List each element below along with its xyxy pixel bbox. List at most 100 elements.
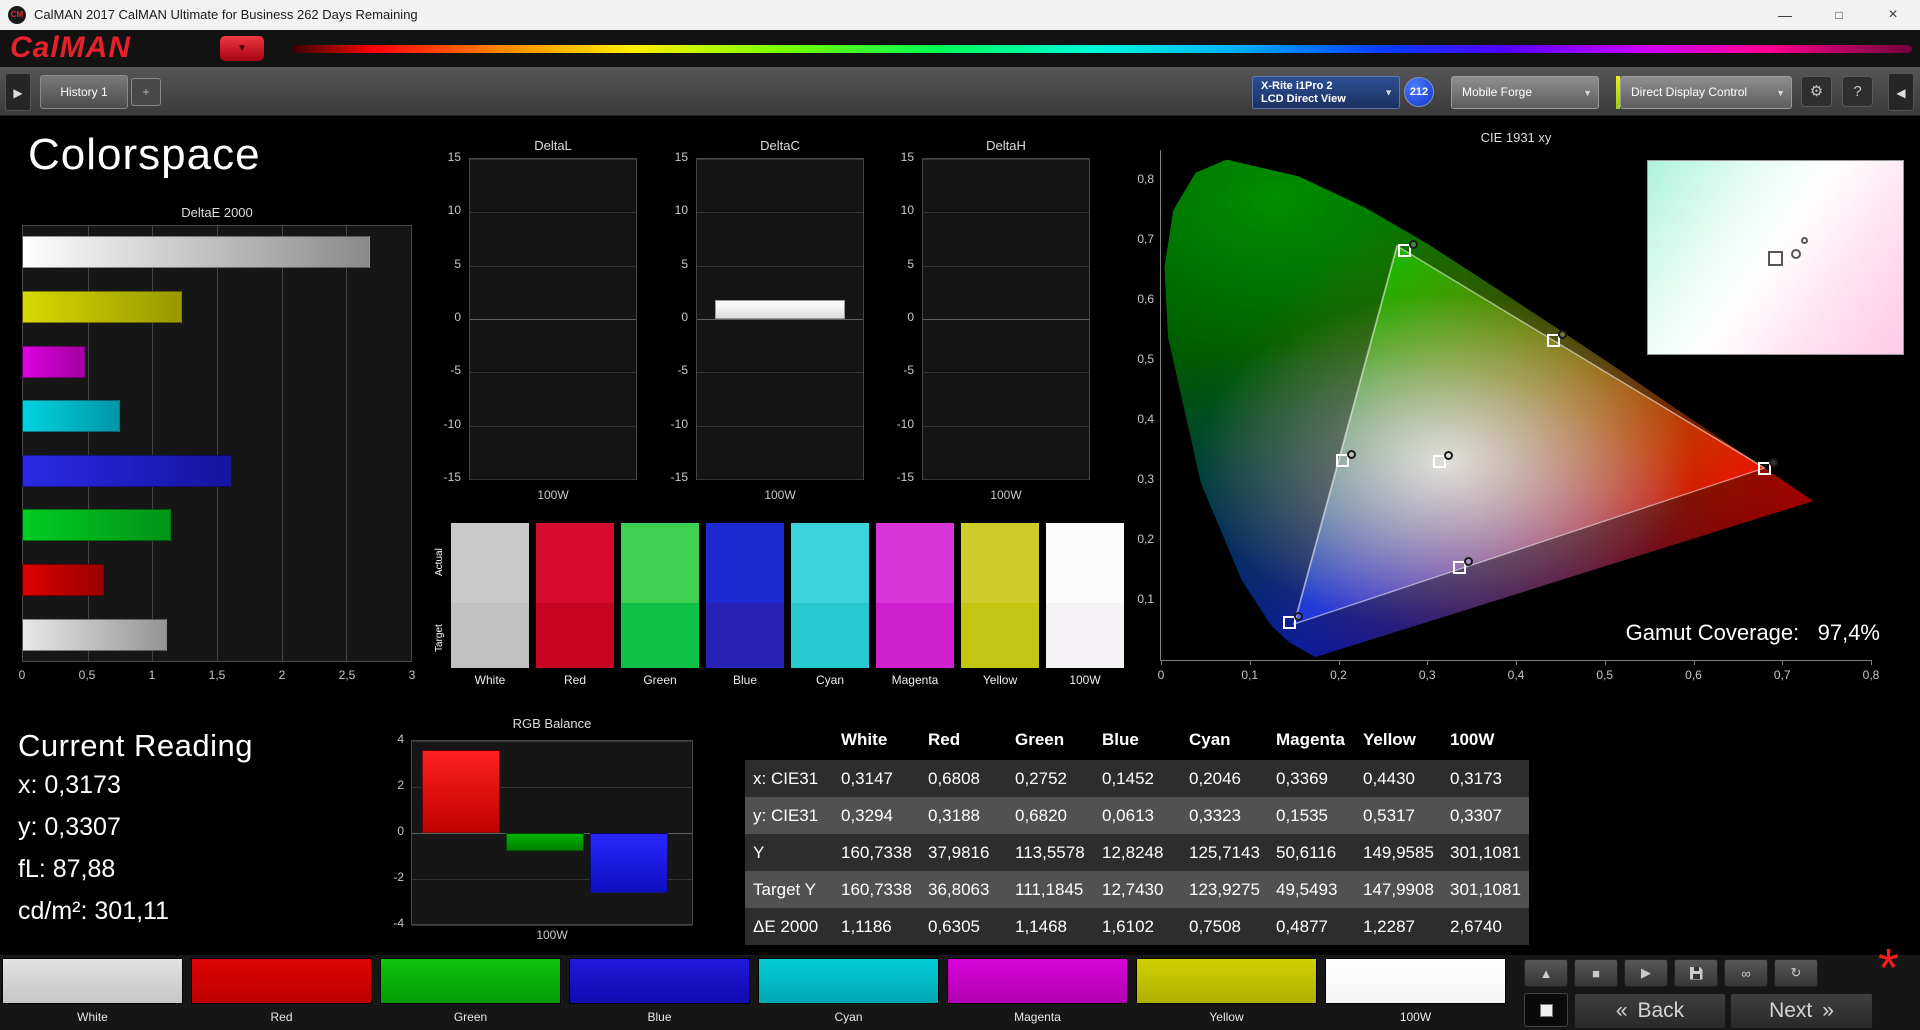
table-cell: 0,4430 xyxy=(1355,760,1442,797)
pattern-window-button[interactable] xyxy=(1524,993,1568,1027)
swatch-row-label-actual: Actual xyxy=(434,548,445,576)
next-button[interactable]: Next » xyxy=(1730,993,1873,1029)
table-row-label: Y xyxy=(745,834,833,871)
rgb-balance-chart: RGB Balance 100W 4 2 0 -2 -4 xyxy=(366,716,696,948)
table-cell: 0,2046 xyxy=(1181,760,1268,797)
pattern-patch-green[interactable]: Green xyxy=(380,958,561,1024)
delta-ytick-label: -5 xyxy=(903,363,914,377)
cie-xtick-label: 0 xyxy=(1157,668,1165,682)
deltae-bars xyxy=(22,225,412,662)
refresh-button[interactable]: ↻ xyxy=(1774,959,1818,987)
pattern-patch-yellow[interactable]: Yellow xyxy=(1136,958,1317,1024)
chevron-down-icon: ▼ xyxy=(1776,87,1785,98)
meter-select-dropdown[interactable]: X-Rite i1Pro 2 LCD Direct View ▼ xyxy=(1252,76,1400,109)
pattern-patch-blue[interactable]: Blue xyxy=(569,958,750,1024)
table-cell: 0,3147 xyxy=(833,760,920,797)
back-label: Back xyxy=(1637,999,1685,1022)
delta-ytick-label: 10 xyxy=(900,203,914,217)
add-tab-button[interactable]: + xyxy=(131,78,161,106)
pattern-patch-white[interactable]: White xyxy=(2,958,183,1024)
unsaved-changes-asterisk: * xyxy=(1878,938,1900,998)
reading-x: x: 0,3173 xyxy=(18,771,121,799)
collapse-right-panel-button[interactable]: ◀ xyxy=(1888,73,1914,111)
delta-chart-plot-deltac xyxy=(696,158,864,480)
help-button[interactable]: ? xyxy=(1842,76,1873,107)
swatch-target-green xyxy=(621,603,699,668)
display-control-dropdown[interactable]: Direct Display Control ▼ xyxy=(1616,76,1792,109)
transport-controls: ▲ ■ ▶ ∞ ↻ xyxy=(1524,959,1818,987)
table-cell: 0,3188 xyxy=(920,797,1007,834)
target-actual-swatch-strip: Actual Target White Red Green Blue Cyan Magen… xyxy=(432,514,1124,694)
logo-dropdown-button[interactable]: ▼ xyxy=(220,36,264,61)
patch-color xyxy=(380,958,561,1004)
table-header-cyan: Cyan xyxy=(1181,720,1268,760)
close-button[interactable]: × xyxy=(1866,0,1920,30)
back-button[interactable]: « Back xyxy=(1574,993,1726,1029)
swatch-row-label-target: Target xyxy=(434,624,445,652)
eject-button[interactable]: ▲ xyxy=(1524,959,1568,987)
play-button[interactable]: ▶ xyxy=(1624,959,1668,987)
cie-xtick xyxy=(1604,660,1606,665)
patch-color xyxy=(1136,958,1317,1004)
swatch-column-100w: 100W xyxy=(1046,523,1124,687)
deltae-xtick-label: 1,5 xyxy=(208,668,226,682)
table-cell: 50,6116 xyxy=(1268,834,1355,871)
cie-xtick-label: 0,4 xyxy=(1507,668,1525,682)
delta-gridline xyxy=(923,426,1089,427)
whitepoint-zoom-inset xyxy=(1647,160,1904,355)
swatch-actual-magenta xyxy=(876,523,954,603)
cie-xtick xyxy=(1249,660,1251,665)
expand-left-panel-button[interactable]: ▶ xyxy=(5,73,31,111)
table-cell: 12,7430 xyxy=(1094,871,1181,908)
delta-gridline xyxy=(470,372,636,373)
next-chevron-icon: » xyxy=(1822,999,1834,1022)
minimize-button[interactable]: — xyxy=(1758,0,1812,30)
deltae-bar-cyan xyxy=(22,400,120,433)
save-button[interactable] xyxy=(1674,959,1718,987)
stop-button[interactable]: ■ xyxy=(1574,959,1618,987)
rgb-bar-blue xyxy=(590,833,668,893)
delta-gridline xyxy=(470,266,636,267)
cie-xtick xyxy=(1427,660,1429,665)
pattern-source-dropdown[interactable]: Mobile Forge ▼ xyxy=(1451,76,1599,109)
delta-ytick-label: 15 xyxy=(447,150,461,164)
rgb-plot-area xyxy=(411,740,693,926)
cie-xtick xyxy=(1516,660,1517,665)
table-cell: 0,3323 xyxy=(1181,797,1268,834)
deltae-bar-100w xyxy=(22,236,370,269)
delta-chart-xlabel: 100W xyxy=(764,488,796,502)
maximize-button[interactable]: □ xyxy=(1812,0,1866,30)
table-row-label: y: CIE31 xyxy=(745,797,833,834)
table-cell: 160,7338 xyxy=(833,871,920,908)
settings-gear-button[interactable]: ⚙ xyxy=(1801,76,1832,107)
cie-ytick-label: 0,4 xyxy=(1137,412,1154,426)
meter-status-badge: 212 xyxy=(1404,77,1434,107)
delta-ytick-label: 15 xyxy=(674,150,688,164)
whitepoint-actual-marker xyxy=(1791,249,1801,259)
pattern-patch-100w[interactable]: 100W xyxy=(1325,958,1506,1024)
tab-history-1[interactable]: History 1 xyxy=(40,75,128,109)
swatch-target-red xyxy=(536,603,614,668)
pattern-patch-red[interactable]: Red xyxy=(191,958,372,1024)
delta-gridline xyxy=(923,159,1089,160)
cie-xtick xyxy=(1338,660,1340,665)
cie-xtick-label: 0,1 xyxy=(1241,668,1259,682)
delta-gridline xyxy=(470,319,636,320)
page-title: Colorspace xyxy=(28,130,261,179)
pattern-patch-magenta[interactable]: Magenta xyxy=(947,958,1128,1024)
pattern-patch-cyan[interactable]: Cyan xyxy=(758,958,939,1024)
table-header-magenta: Magenta xyxy=(1268,720,1355,760)
delta-gridline xyxy=(697,212,863,213)
delta-chart-plot-deltah xyxy=(922,158,1090,480)
table-cell: 1,2287 xyxy=(1355,908,1442,945)
bottom-bar: White Red Green Blue Cyan Magenta Yellow 100W ▲… xyxy=(0,941,1920,1030)
cie-y-axis xyxy=(1160,150,1161,661)
table-cell: 160,7338 xyxy=(833,834,920,871)
loop-button[interactable]: ∞ xyxy=(1724,959,1768,987)
delta-ytick-label: 10 xyxy=(447,203,461,217)
rgb-bar-green xyxy=(506,833,584,852)
swatch-label: Blue xyxy=(732,673,758,687)
rgb-ytick-label: -2 xyxy=(393,870,404,884)
patch-color xyxy=(758,958,939,1004)
pattern-window-icon xyxy=(1539,1003,1553,1017)
